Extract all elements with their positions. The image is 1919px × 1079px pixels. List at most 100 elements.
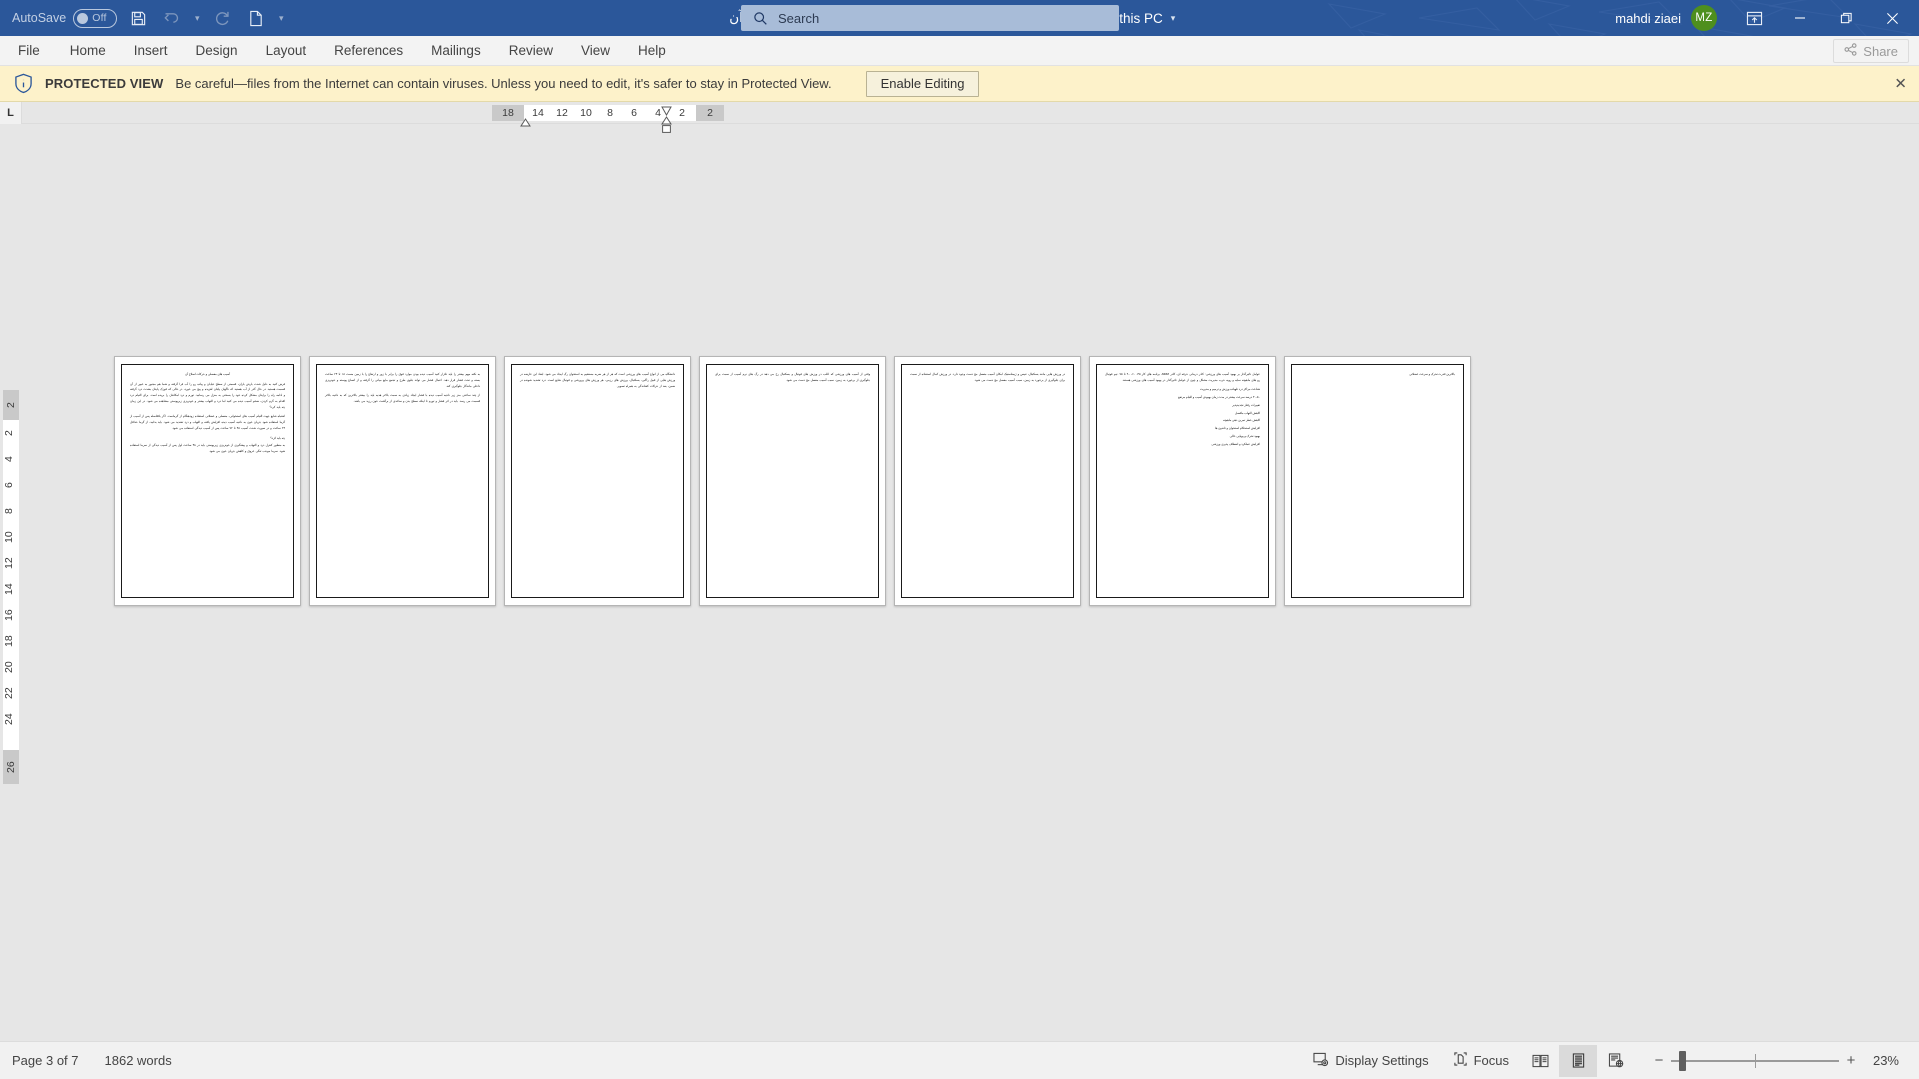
left-margin-box-marker[interactable] — [662, 120, 671, 138]
page-content: وقتی از آسیب های ورزشی که اغلب در ورزش ه… — [706, 364, 879, 598]
display-settings-icon — [1313, 1052, 1329, 1070]
enable-editing-button[interactable]: Enable Editing — [866, 71, 980, 97]
word-count[interactable]: 1862 words — [105, 1053, 172, 1068]
autosave-label: AutoSave — [12, 11, 66, 25]
first-line-indent-marker[interactable] — [520, 114, 531, 132]
zoom-slider-thumb[interactable] — [1679, 1051, 1686, 1071]
page-thumbnail[interactable]: دانشگاه می از انواع آسیب های ورزشی است ک… — [504, 356, 691, 606]
title-bar: AutoSave Off ▾ — [0, 0, 1919, 36]
titlebar-right-group: mahdi ziaei MZ — [1615, 0, 1919, 36]
tab-design[interactable]: Design — [182, 36, 252, 66]
paragraph: در ورزش هایی مانند بسکتبال، تنیس و ژیمنا… — [910, 372, 1065, 384]
avatar[interactable]: MZ — [1691, 5, 1717, 31]
user-name[interactable]: mahdi ziaei — [1615, 11, 1681, 26]
tab-home[interactable]: Home — [56, 36, 120, 66]
save-icon[interactable] — [121, 2, 155, 34]
close-icon[interactable]: ✕ — [1894, 76, 1907, 91]
status-bar: Page 3 of 7 1862 words Display Settings … — [0, 1041, 1919, 1079]
quick-access-toolbar: AutoSave Off ▾ — [0, 2, 289, 34]
tab-mailings[interactable]: Mailings — [417, 36, 495, 66]
vruler-tick: 18 — [3, 628, 15, 654]
new-document-icon[interactable] — [239, 2, 273, 34]
focus-label: Focus — [1474, 1053, 1509, 1068]
zoom-slider[interactable] — [1671, 1045, 1839, 1077]
minimize-button[interactable] — [1777, 0, 1823, 36]
chevron-down-icon[interactable]: ▾ — [273, 2, 289, 34]
redo-icon[interactable] — [205, 2, 239, 34]
undo-dropdown-icon[interactable]: ▾ — [189, 2, 205, 34]
page-thumbnail[interactable]: آسیب های مفصلی و حرکات اصلاح آن فرض کنید… — [114, 356, 301, 606]
chevron-down-icon[interactable]: ▾ — [1171, 13, 1176, 24]
page-thumbnail[interactable]: وقتی از آسیب های ورزشی که اغلب در ورزش ه… — [699, 356, 886, 606]
list-item: بهبود تحرک و پویایی عالی — [1105, 434, 1260, 440]
list-item: شناخت مراکز درد تلهیاده ورزش و ترمیم و م… — [1105, 387, 1260, 393]
tab-help[interactable]: Help — [624, 36, 680, 66]
list-item: افزایش عملکرد و انعطاف پذیری ورزشی — [1105, 442, 1260, 448]
page-thumbnail[interactable]: بالاترین قدرت تحرک و سرعت عضلانی — [1284, 356, 1471, 606]
tab-insert[interactable]: Insert — [120, 36, 182, 66]
restore-button[interactable] — [1823, 0, 1869, 36]
vruler-bottom-margin: 26 — [3, 750, 19, 784]
focus-button[interactable]: Focus — [1441, 1045, 1521, 1077]
tab-review[interactable]: Review — [495, 36, 567, 66]
vertical-ruler-track: 2 2 4 6 8 10 12 14 16 18 20 22 24 26 — [3, 390, 19, 784]
page-canvas[interactable]: آسیب های مفصلی و حرکات اصلاح آن فرض کنید… — [22, 142, 1919, 1041]
vruler-tick: 20 — [3, 654, 15, 680]
read-mode-icon[interactable] — [1521, 1045, 1559, 1077]
vertical-ruler[interactable]: 2 2 4 6 8 10 12 14 16 18 20 22 24 26 — [0, 142, 22, 1041]
vruler-tick: 24 — [3, 706, 15, 732]
status-bar-right-group: Display Settings Focus — [1301, 1045, 1907, 1077]
document-workspace: 2 2 4 6 8 10 12 14 16 18 20 22 24 26 — [0, 142, 1919, 1041]
tab-file[interactable]: File — [0, 36, 56, 66]
tab-layout[interactable]: Layout — [252, 36, 321, 66]
shield-info-icon — [14, 73, 33, 94]
page-content: در ورزش هایی مانند بسکتبال، تنیس و ژیمنا… — [901, 364, 1074, 598]
share-button[interactable]: Share — [1833, 39, 1909, 63]
paragraph: دانشگاه می از انواع آسیب های ورزشی است ک… — [520, 372, 675, 390]
vruler-tick-26: 26 — [5, 754, 17, 780]
zoom-in-button[interactable]: + — [1839, 1052, 1863, 1069]
bullet-item: چه باید کرد؟ — [130, 436, 285, 442]
autosave-knob — [77, 13, 88, 24]
ribbon-display-options-icon[interactable] — [1731, 0, 1777, 36]
share-label: Share — [1863, 44, 1898, 59]
paragraph: به منظور کنترل درد و التهاب و پیشگیری از… — [130, 443, 285, 455]
page-indicator[interactable]: Page 3 of 7 — [12, 1053, 79, 1068]
zoom-slider-midpoint — [1755, 1054, 1756, 1068]
list-item: کاهش خطر تمرین دهی ماهیچه — [1105, 418, 1260, 424]
tab-view[interactable]: View — [567, 36, 624, 66]
display-settings-button[interactable]: Display Settings — [1301, 1045, 1440, 1077]
ruler-tick: 6 — [622, 107, 646, 119]
tab-references[interactable]: References — [320, 36, 417, 66]
display-settings-label: Display Settings — [1335, 1053, 1428, 1068]
zoom-level[interactable]: 23% — [1863, 1053, 1907, 1068]
page-content: عوامل تاثیرگذار بر بهبود آسیب های ورزشی:… — [1096, 364, 1269, 598]
search-box[interactable]: Search — [741, 5, 1119, 31]
page-thumbnail[interactable]: در ورزش هایی مانند بسکتبال، تنیس و ژیمنا… — [894, 356, 1081, 606]
page-thumbnail[interactable]: عوامل تاثیرگذار بر بهبود آسیب های ورزشی:… — [1089, 356, 1276, 606]
ruler-tick: 8 — [598, 107, 622, 119]
ruler-tick-2: 2 — [698, 107, 722, 119]
close-button[interactable] — [1869, 0, 1915, 36]
paragraph: فرض کنید به دلیل شدت بارش باران، قسمتی ا… — [130, 382, 285, 412]
autosave-toggle[interactable]: AutoSave Off — [12, 9, 121, 28]
pages-strip: آسیب های مفصلی و حرکات اصلاح آن فرض کنید… — [114, 356, 1471, 606]
undo-icon[interactable] — [155, 2, 189, 34]
horizontal-ruler-row: L 18 14 12 10 8 6 4 2 2 — [0, 102, 1919, 124]
web-layout-icon[interactable] — [1597, 1045, 1635, 1077]
ribbon-tab-bar: File Home Insert Design Layout Reference… — [0, 36, 1919, 66]
autosave-switch[interactable]: Off — [73, 9, 117, 28]
zoom-out-button[interactable]: − — [1647, 1052, 1671, 1069]
paragraph: از چند ساعتی منز زیر ناحیه آسیب دیده با … — [325, 393, 480, 405]
tab-stop-selector[interactable]: L — [0, 102, 22, 124]
vruler-text-area: 2 4 6 8 10 12 14 16 18 20 22 24 — [3, 420, 19, 750]
page-content: بالاترین قدرت تحرک و سرعت عضلانی — [1291, 364, 1464, 598]
horizontal-ruler[interactable]: 18 14 12 10 8 6 4 2 2 — [492, 105, 724, 121]
vruler-tick: 16 — [3, 602, 15, 628]
paragraph: به نکته مهم بیشتر را باید تکرار کنید آسی… — [325, 372, 480, 390]
vruler-tick: 8 — [3, 498, 15, 524]
list-item: ۳۰-۵۰ درصد سرعت بیشتر در مدت زمان بهبودی… — [1105, 395, 1260, 401]
print-layout-icon[interactable] — [1559, 1045, 1597, 1077]
list-item: بالاترین قدرت تحرک و سرعت عضلانی — [1300, 372, 1455, 378]
page-thumbnail[interactable]: به نکته مهم بیشتر را باید تکرار کنید آسی… — [309, 356, 496, 606]
